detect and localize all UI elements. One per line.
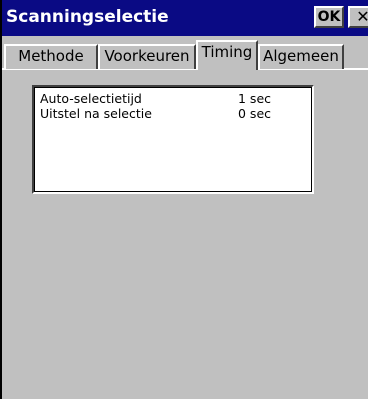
setting-value: 1 sec [238,91,272,106]
title-bar: Scanningselectie OK ✕ [0,0,368,36]
window-title: Scanningselectie [6,7,169,27]
close-button[interactable]: ✕ [348,6,368,28]
tab-methode[interactable]: Methode [4,44,98,69]
window-left-border [0,0,2,399]
setting-label: Uitstel na selectie [40,106,152,121]
tab-timing[interactable]: Timing [196,40,258,70]
timing-settings-list[interactable]: Auto-selectietijd 1 sec Uitstel na selec… [32,85,314,194]
list-item-delay-after-select[interactable]: Uitstel na selectie 0 sec [40,106,310,122]
ok-button[interactable]: OK [314,6,344,28]
tab-algemeen[interactable]: Algemeen [258,44,344,69]
tab-voorkeuren[interactable]: Voorkeuren [98,44,196,69]
setting-value: 0 sec [238,106,272,121]
tab-shadow [342,48,344,68]
setting-label: Auto-selectietijd [40,91,142,106]
scanning-selection-window: Scanningselectie OK ✕ Methode Voorkeuren… [0,0,368,399]
list-item-auto-select-time[interactable]: Auto-selectietijd 1 sec [40,91,310,107]
